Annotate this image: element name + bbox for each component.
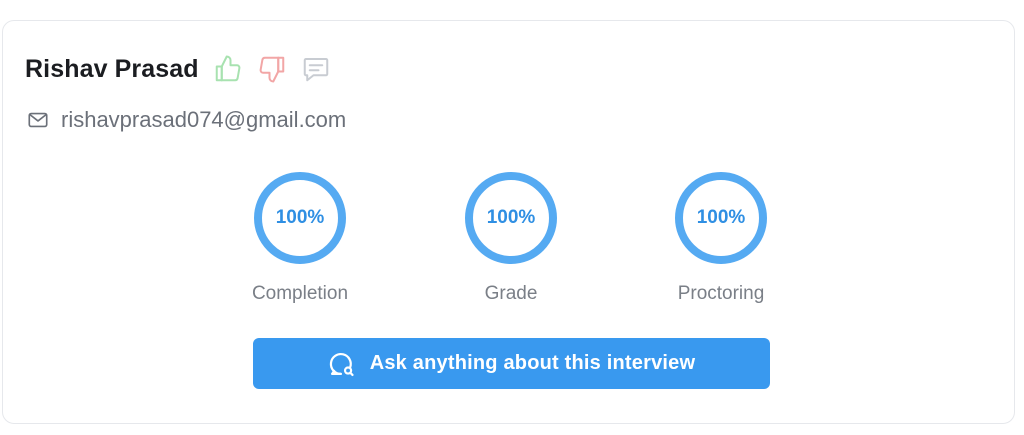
- grade-label: Grade: [484, 283, 538, 304]
- proctoring-progress-ring: 100%: [674, 171, 768, 265]
- candidate-name: Rishav Prasad: [25, 54, 199, 83]
- ask-interview-button[interactable]: Ask anything about this interview: [253, 338, 770, 389]
- thumbs-up-icon[interactable]: [212, 53, 244, 85]
- proctoring-label: Proctoring: [677, 283, 765, 304]
- grade-progress-ring: 100%: [464, 171, 558, 265]
- completion-label: Completion: [251, 283, 349, 304]
- comment-icon[interactable]: [300, 53, 332, 85]
- candidate-card: Rishav Prasad rishavprasad074@gmail.com …: [2, 20, 1015, 424]
- completion-progress-ring: 100%: [253, 171, 347, 265]
- grade-value: 100%: [486, 207, 536, 228]
- thumbs-down-icon[interactable]: [256, 53, 288, 85]
- email-row: rishavprasad074@gmail.com: [27, 107, 346, 133]
- metric-proctoring: 100% Proctoring: [641, 171, 801, 305]
- candidate-email: rishavprasad074@gmail.com: [61, 107, 347, 132]
- metric-completion: 100% Completion: [220, 171, 380, 305]
- completion-value: 100%: [275, 207, 325, 228]
- mail-icon: [27, 109, 49, 131]
- proctoring-value: 100%: [696, 207, 746, 228]
- chat-search-icon: [328, 350, 356, 378]
- candidate-header: Rishav Prasad: [25, 53, 332, 85]
- ask-button-label: Ask anything about this interview: [369, 352, 696, 374]
- metric-grade: 100% Grade: [431, 171, 591, 305]
